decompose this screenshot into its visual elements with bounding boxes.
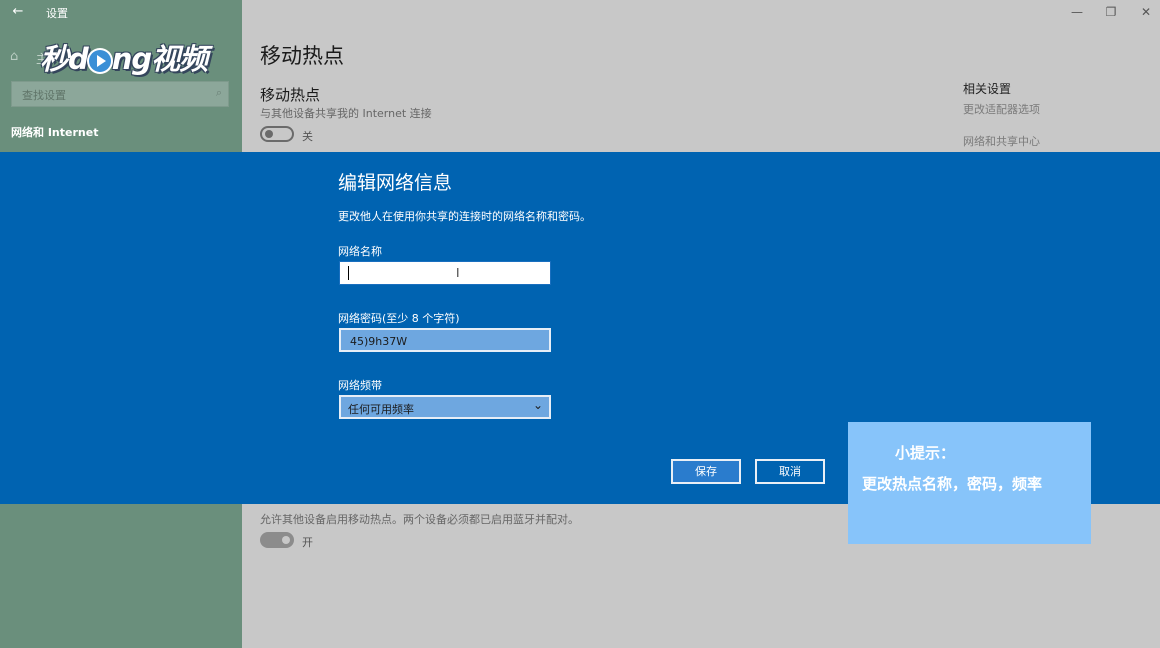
related-link-sharing-center[interactable]: 网络和共享中心 xyxy=(963,133,1040,149)
dialog-title: 编辑网络信息 xyxy=(338,172,453,194)
watermark-logo: 秒d ng视频 xyxy=(40,36,208,78)
hotspot-toggle-label: 关 xyxy=(302,130,313,143)
tip-heading: 小提示： xyxy=(895,444,956,462)
search-input[interactable] xyxy=(20,86,204,104)
save-button[interactable]: 保存 xyxy=(671,459,741,484)
play-icon xyxy=(88,50,111,72)
related-link-adapter[interactable]: 更改适配器选项 xyxy=(963,101,1040,117)
bluetooth-toggle[interactable] xyxy=(260,532,294,548)
network-name-label: 网络名称 xyxy=(338,245,382,258)
window-title: 设置 xyxy=(46,7,68,20)
network-password-field[interactable] xyxy=(339,328,551,352)
ibeam-cursor-icon: I xyxy=(456,266,460,280)
chevron-down-icon: ⌄ xyxy=(532,398,543,412)
tip-overlay: 小提示： 更改热点名称，密码，频率 xyxy=(848,422,1091,544)
bluetooth-toggle-label: 开 xyxy=(302,536,313,549)
network-band-select[interactable]: 任何可用频率 ⌄ xyxy=(339,395,551,419)
restore-button[interactable]: ❐ xyxy=(1098,2,1124,22)
text-caret xyxy=(348,266,349,280)
hotspot-toggle[interactable] xyxy=(260,126,294,142)
tip-text: 更改热点名称，密码，频率 xyxy=(862,475,1043,493)
related-settings-title: 相关设置 xyxy=(963,82,1012,96)
section-title: 移动热点 xyxy=(260,86,321,104)
settings-search[interactable]: ⌕ xyxy=(11,81,229,107)
close-button[interactable]: ✕ xyxy=(1133,2,1159,22)
toggle-knob xyxy=(265,130,273,138)
network-name-input[interactable] xyxy=(346,265,540,283)
cancel-button[interactable]: 取消 xyxy=(755,459,825,484)
network-band-value: 任何可用频率 xyxy=(348,403,414,416)
sidebar-item-network[interactable]: 网络和 Internet xyxy=(11,124,98,140)
title-bar: ← 设置 — ❐ ✕ xyxy=(0,0,1160,24)
back-icon[interactable]: ← xyxy=(8,3,28,21)
logo-text-left: 秒d xyxy=(40,42,89,76)
bluetooth-description: 允许其他设备启用移动热点。两个设备必须都已启用蓝牙并配对。 xyxy=(260,513,579,526)
search-icon: ⌕ xyxy=(215,86,222,99)
page-title: 移动热点 xyxy=(260,44,344,68)
network-password-label: 网络密码(至少 8 个字符) xyxy=(338,312,460,325)
network-password-input[interactable] xyxy=(348,332,542,350)
network-band-label: 网络频带 xyxy=(338,379,382,392)
network-name-field[interactable]: I xyxy=(339,261,551,285)
logo-text-right: ng视频 xyxy=(111,42,208,76)
toggle-knob xyxy=(282,536,290,544)
home-icon[interactable]: ⌂ xyxy=(10,50,24,64)
dialog-description: 更改他人在使用你共享的连接时的网络名称和密码。 xyxy=(338,210,591,223)
section-description: 与其他设备共享我的 Internet 连接 xyxy=(260,107,432,120)
minimize-button[interactable]: — xyxy=(1064,2,1090,22)
